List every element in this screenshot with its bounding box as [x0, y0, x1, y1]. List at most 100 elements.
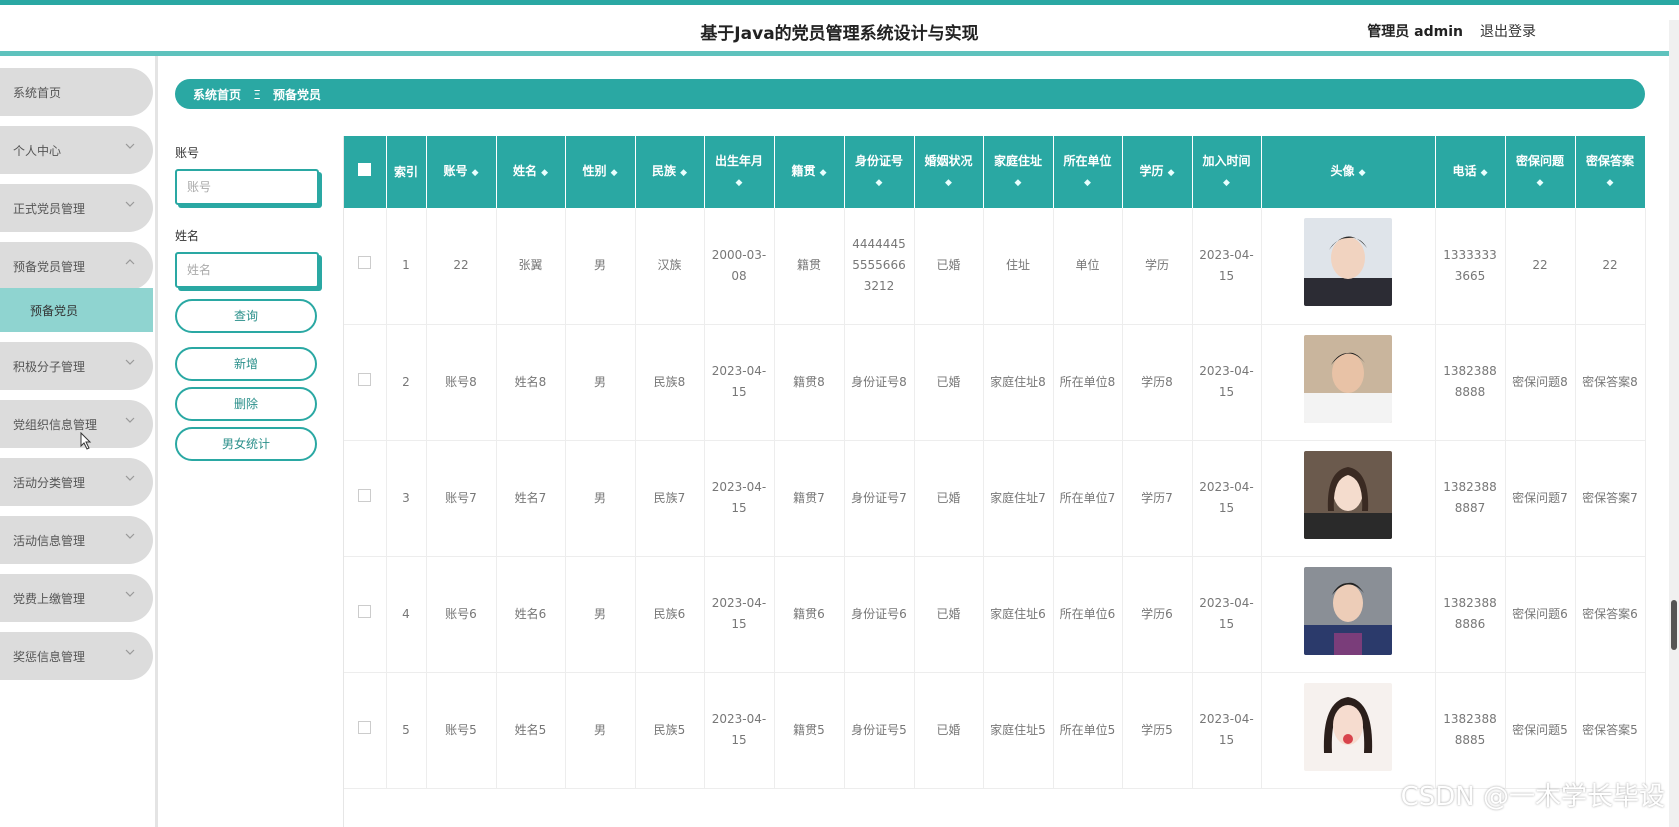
- page-scrollbar[interactable]: [1669, 20, 1679, 827]
- row-select-cell[interactable]: [344, 672, 387, 789]
- cell-id-card: 身份证号8: [844, 324, 915, 441]
- sort-icon[interactable]: ◆: [1168, 168, 1175, 178]
- sort-icon[interactable]: ◆: [1607, 178, 1614, 188]
- logout-button[interactable]: 退出登录: [1480, 21, 1536, 41]
- row-select-cell[interactable]: [344, 208, 387, 325]
- name-label: 姓名: [175, 229, 200, 243]
- sidebar-item-label: 活动信息管理: [13, 534, 86, 548]
- col-header[interactable]: 出生年月 ◆: [704, 136, 775, 208]
- col-header[interactable]: 密保答案 ◆: [1575, 136, 1646, 208]
- sort-icon[interactable]: ◆: [876, 178, 883, 188]
- table-row[interactable]: 3 账号7 姓名7 男 民族7 2023-04-15 籍贯7 身份证号7 已婚 …: [344, 440, 1646, 557]
- avatar-image[interactable]: [1304, 450, 1392, 539]
- cell-answer: 22: [1575, 208, 1646, 325]
- cell-ethnicity: 民族6: [635, 556, 705, 673]
- col-header[interactable]: 电话 ◆: [1435, 136, 1506, 208]
- col-header[interactable]: 加入时间 ◆: [1192, 136, 1262, 208]
- table-row[interactable]: 1 22 张翼 男 汉族 2000-03-08 籍贯 4444445555566…: [344, 208, 1646, 325]
- sidebar-subitem-probationary[interactable]: 预备党员: [0, 288, 153, 332]
- row-checkbox[interactable]: [358, 604, 372, 618]
- col-header[interactable]: 头像 ◆: [1261, 136, 1436, 208]
- col-header[interactable]: 民族 ◆: [635, 136, 705, 208]
- account-search-input[interactable]: [175, 169, 319, 205]
- cell-birth: 2023-04-15: [704, 556, 775, 673]
- sidebar-item-personal-center[interactable]: 个人中心: [0, 126, 153, 174]
- row-checkbox[interactable]: [358, 372, 372, 386]
- table-row[interactable]: 2 账号8 姓名8 男 民族8 2023-04-15 籍贯8 身份证号8 已婚 …: [344, 324, 1646, 441]
- row-checkbox[interactable]: [358, 256, 372, 270]
- col-header[interactable]: 学历 ◆: [1122, 136, 1193, 208]
- sort-icon[interactable]: ◆: [1223, 178, 1230, 188]
- sort-icon[interactable]: ◆: [541, 168, 548, 178]
- cell-name: 姓名6: [496, 556, 566, 673]
- row-select-cell[interactable]: [344, 324, 387, 441]
- delete-button[interactable]: 删除: [175, 387, 317, 421]
- query-button[interactable]: 查询: [175, 299, 317, 333]
- sidebar-item-party-fees[interactable]: 党费上缴管理: [0, 574, 153, 622]
- scrollbar-thumb[interactable]: [1671, 600, 1677, 650]
- col-header[interactable]: 籍贯 ◆: [774, 136, 845, 208]
- row-select-cell[interactable]: [344, 556, 387, 673]
- cell-name: 姓名8: [496, 324, 566, 441]
- sort-icon[interactable]: ◆: [1084, 178, 1091, 188]
- sort-icon[interactable]: ◆: [1481, 168, 1488, 178]
- sidebar-item-activity-info[interactable]: 活动信息管理: [0, 516, 153, 564]
- avatar-image[interactable]: [1304, 566, 1392, 655]
- sort-icon[interactable]: ◆: [1015, 178, 1022, 188]
- sidebar-item-probationary-members[interactable]: 预备党员管理: [0, 242, 153, 290]
- sort-icon[interactable]: ◆: [945, 178, 952, 188]
- gender-stats-button[interactable]: 男女统计: [175, 427, 317, 461]
- cell-answer: 密保答案8: [1575, 324, 1646, 441]
- sidebar-item-activists[interactable]: 积极分子管理: [0, 342, 153, 390]
- col-header[interactable]: 密保问题 ◆: [1505, 136, 1576, 208]
- sort-icon[interactable]: ◆: [1359, 168, 1366, 178]
- table-row[interactable]: 5 账号5 姓名5 男 民族5 2023-04-15 籍贯5 身份证号5 已婚 …: [344, 672, 1646, 789]
- row-select-cell[interactable]: [344, 440, 387, 557]
- col-header[interactable]: 账号 ◆: [426, 136, 497, 208]
- sort-icon[interactable]: ◆: [680, 168, 687, 178]
- col-header[interactable]: 姓名 ◆: [496, 136, 566, 208]
- cell-index: 1: [386, 208, 427, 325]
- cell-name: 姓名7: [496, 440, 566, 557]
- cell-avatar: [1261, 324, 1436, 441]
- sidebar-item-label: 正式党员管理: [13, 202, 86, 216]
- col-header[interactable]: 婚姻状况 ◆: [914, 136, 984, 208]
- table-row[interactable]: 4 账号6 姓名6 男 民族6 2023-04-15 籍贯6 身份证号6 已婚 …: [344, 556, 1646, 673]
- sidebar-item-home[interactable]: 系统首页: [0, 68, 153, 116]
- add-button[interactable]: 新增: [175, 347, 317, 381]
- cell-marital: 已婚: [914, 672, 984, 789]
- avatar-image[interactable]: [1304, 218, 1392, 307]
- cell-index: 2: [386, 324, 427, 441]
- col-header[interactable]: 所在单位 ◆: [1053, 136, 1123, 208]
- cell-birth: 2023-04-15: [704, 672, 775, 789]
- col-header[interactable]: 家庭住址 ◆: [983, 136, 1054, 208]
- chevron-down-icon: [125, 359, 135, 365]
- sort-icon[interactable]: ◆: [820, 168, 827, 178]
- select-all-checkbox[interactable]: [358, 163, 372, 176]
- avatar-image[interactable]: [1304, 682, 1392, 771]
- sort-icon[interactable]: ◆: [736, 178, 743, 188]
- row-checkbox[interactable]: [358, 720, 372, 734]
- sidebar-item-activity-category[interactable]: 活动分类管理: [0, 458, 153, 506]
- avatar-image[interactable]: [1304, 334, 1392, 423]
- col-header[interactable]: 身份证号 ◆: [844, 136, 915, 208]
- name-search-input[interactable]: [175, 252, 319, 288]
- cell-gender: 男: [565, 324, 636, 441]
- sidebar-item-party-org[interactable]: 党组织信息管理: [0, 400, 153, 448]
- breadcrumb-home[interactable]: 系统首页: [193, 88, 241, 102]
- col-header[interactable]: 性别 ◆: [565, 136, 636, 208]
- breadcrumb-current: 预备党员: [272, 88, 321, 102]
- sidebar-item-formal-members[interactable]: 正式党员管理: [0, 184, 153, 232]
- sort-icon[interactable]: ◆: [472, 168, 479, 178]
- cell-avatar: [1261, 672, 1436, 789]
- cell-avatar: [1261, 208, 1436, 325]
- row-checkbox[interactable]: [358, 488, 372, 502]
- sort-icon[interactable]: ◆: [1537, 178, 1544, 188]
- sidebar-subitem-label: 预备党员: [30, 304, 79, 318]
- select-all-header[interactable]: [344, 136, 387, 208]
- sort-icon[interactable]: ◆: [611, 168, 618, 178]
- col-header[interactable]: 索引: [386, 136, 427, 208]
- cell-phone: 13823888888: [1435, 324, 1506, 441]
- sidebar-item-rewards[interactable]: 奖惩信息管理: [0, 632, 153, 680]
- cell-question: 密保问题5: [1505, 672, 1576, 789]
